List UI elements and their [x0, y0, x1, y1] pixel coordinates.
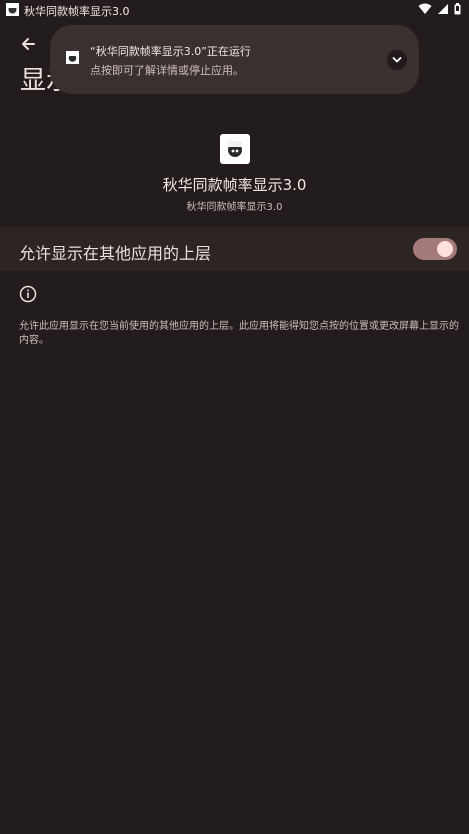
- battery-icon: [454, 3, 461, 15]
- notification-title: “秋华同款帧率显示3.0”正在运行: [90, 45, 251, 58]
- permission-description: 允许此应用显示在您当前使用的其他应用的上层。此应用将能得知您点按的位置或更改屏幕…: [19, 321, 459, 346]
- wifi-icon: [418, 3, 432, 14]
- back-arrow-icon[interactable]: [18, 33, 40, 55]
- signal-icon: [438, 4, 448, 14]
- app-icon: [6, 3, 19, 16]
- overlay-permission-label: 允许显示在其他应用的上层: [19, 244, 212, 263]
- status-icons: [418, 3, 461, 15]
- app-header: 秋华同款帧率显示3.0 秋华同款帧率显示3.0: [0, 134, 469, 213]
- toggle-knob: [437, 241, 453, 257]
- status-bar: 秋华同款帧率显示3.0: [0, 0, 469, 20]
- running-notification[interactable]: “秋华同款帧率显示3.0”正在运行 点按即可了解详情或停止应用。: [50, 25, 419, 94]
- app-name: 秋华同款帧率显示3.0: [162, 176, 307, 194]
- app-logo: [219, 134, 250, 164]
- status-bar-title: 秋华同款帧率显示3.0: [24, 5, 130, 18]
- overlay-permission-toggle[interactable]: [413, 238, 457, 260]
- overlay-permission-row[interactable]: 允许显示在其他应用的上层: [0, 227, 469, 271]
- info-icon: [19, 285, 37, 303]
- notification-subtitle: 点按即可了解详情或停止应用。: [90, 64, 244, 77]
- expand-chevron-icon[interactable]: [387, 50, 407, 70]
- app-package: 秋华同款帧率显示3.0: [186, 202, 283, 213]
- notification-app-icon: [66, 51, 79, 64]
